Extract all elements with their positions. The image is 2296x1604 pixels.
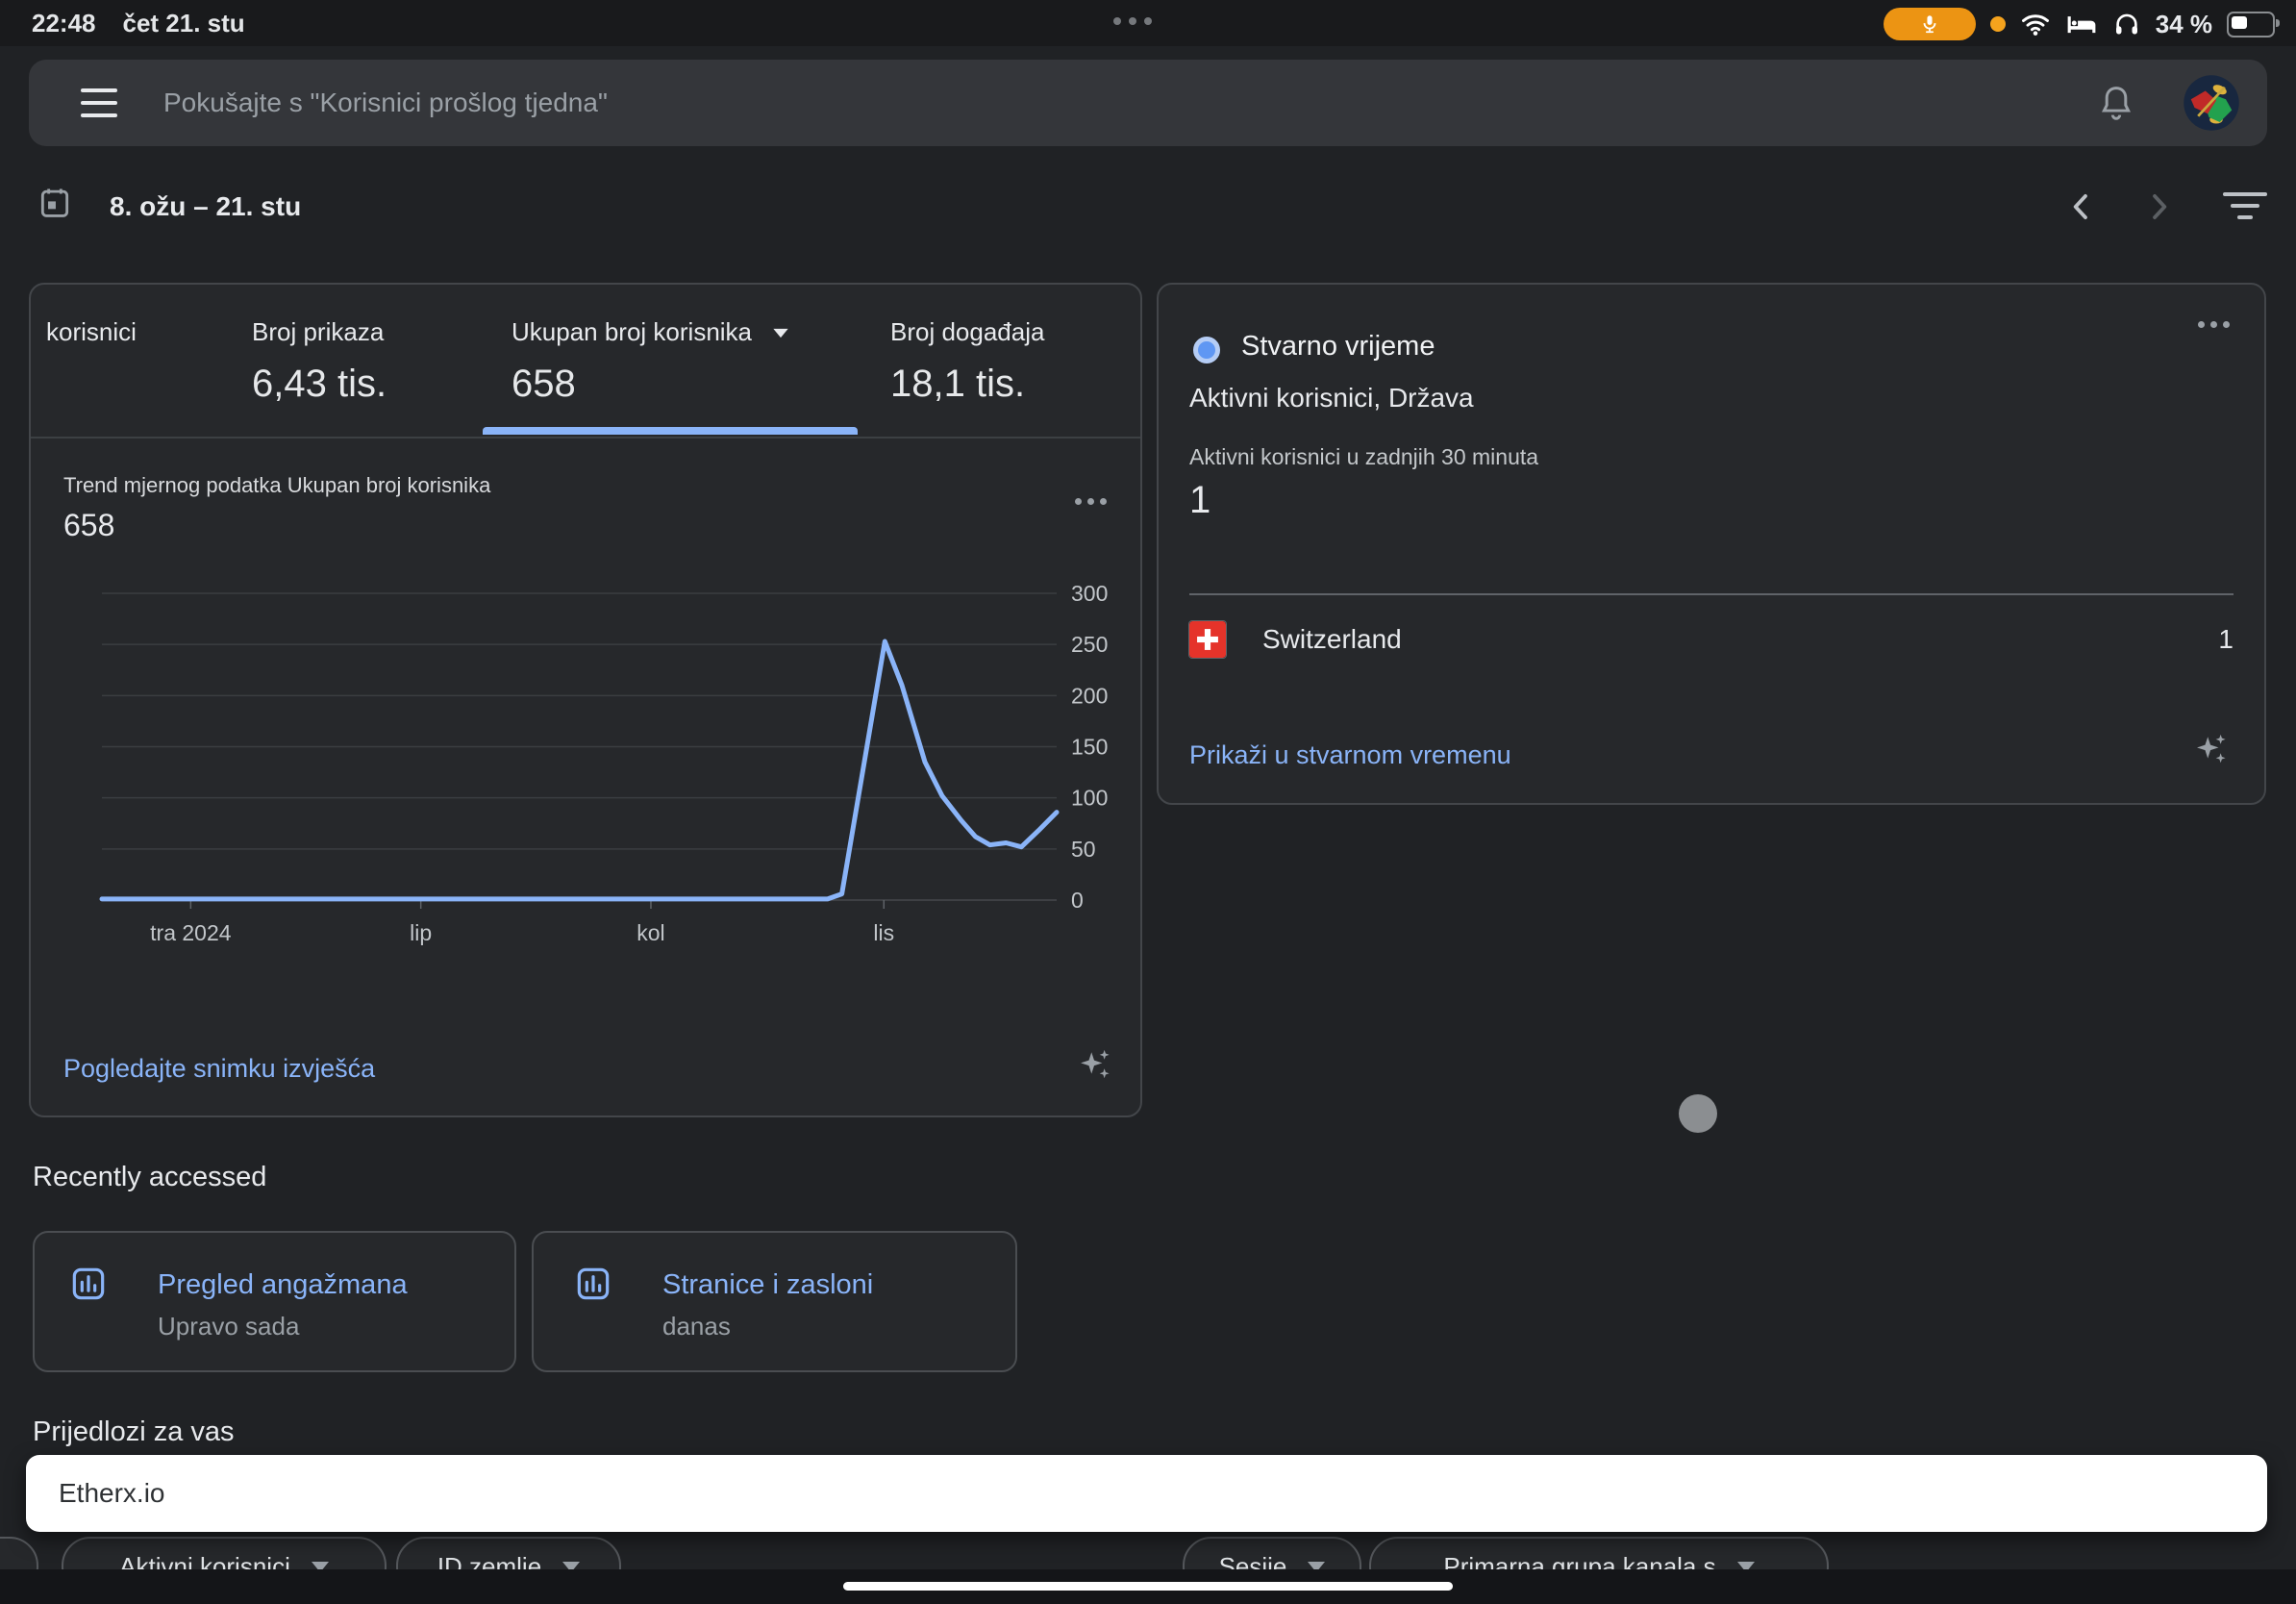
trend-chart-title: Trend mjernog podatka Ukupan broj korisn… <box>63 473 490 498</box>
multitasking-indicator-icon[interactable] <box>1113 17 1152 25</box>
svg-text:lip: lip <box>410 920 432 945</box>
status-bar: 22:48 čet 21. stu <box>0 0 2296 46</box>
report-bar-chart-icon <box>69 1265 108 1303</box>
filter-icon[interactable] <box>2223 192 2267 219</box>
recently-accessed-title: Recently accessed <box>33 1162 266 1193</box>
switzerland-flag-icon <box>1189 621 1226 658</box>
realtime-divider <box>1189 593 2234 595</box>
previous-period-chevron-icon[interactable] <box>2063 188 2100 225</box>
metric-dropdown-caret-icon <box>774 329 788 338</box>
realtime-metric-value: 1 <box>1189 479 1210 522</box>
assistive-touch-dot[interactable] <box>1679 1094 1717 1133</box>
autofill-suggestion[interactable]: Etherx.io <box>59 1478 165 1509</box>
realtime-status-dot-icon <box>1193 337 1220 363</box>
realtime-title: Stvarno vrijeme <box>1241 331 1435 363</box>
home-indicator[interactable] <box>843 1582 1453 1591</box>
svg-text:100: 100 <box>1071 786 1108 811</box>
search-bar[interactable]: Pokušajte s "Korisnici prošlog tjedna" <box>29 60 2267 146</box>
svg-text:50: 50 <box>1071 837 1096 862</box>
realtime-overflow-menu-icon[interactable] <box>2198 321 2230 328</box>
recent-item-stranice-i-zasloni[interactable]: Stranice i zasloni danas <box>532 1231 1017 1372</box>
country-value: 1 <box>2218 624 2234 655</box>
metrics-trend-card: korisnici Broj prikaza 6,43 tis. Ukupan … <box>29 283 1142 1117</box>
svg-text:lis: lis <box>873 920 894 945</box>
country-name: Switzerland <box>1262 624 2218 655</box>
view-report-snapshot-link[interactable]: Pogledajte snimku izvješća <box>63 1054 375 1084</box>
search-input[interactable]: Pokušajte s "Korisnici prošlog tjedna" <box>163 88 2096 118</box>
status-time: 22:48 <box>32 9 96 38</box>
menu-icon[interactable] <box>81 88 117 117</box>
tab-ukupan-broj-korisnika[interactable]: Ukupan broj korisnika 658 <box>512 285 789 437</box>
mic-icon <box>1919 13 1940 35</box>
realtime-metric-label: Aktivni korisnici u zadnjih 30 minuta <box>1189 444 1538 470</box>
mic-active-dot-icon <box>1990 16 2006 32</box>
svg-text:tra 2024: tra 2024 <box>150 920 232 945</box>
insights-sparkle-icon[interactable] <box>1073 1044 1115 1087</box>
tab-broj-dogadjaja[interactable]: Broj događaja 18,1 tis. <box>890 285 1044 437</box>
account-avatar[interactable] <box>2183 74 2240 132</box>
view-realtime-link[interactable]: Prikaži u stvarnom vremenu <box>1189 740 1511 770</box>
realtime-country-row[interactable]: Switzerland 1 <box>1189 621 2234 658</box>
status-date: čet 21. stu <box>123 9 245 38</box>
realtime-sparkle-icon[interactable] <box>2189 729 2232 771</box>
suggestions-title: Prijedlozi za vas <box>33 1416 235 1448</box>
trend-chart-value: 658 <box>63 508 114 543</box>
tabs-divider <box>31 437 1140 439</box>
tab-korisnici[interactable]: korisnici <box>46 285 137 437</box>
realtime-card: Stvarno vrijeme Aktivni korisnici, Držav… <box>1157 283 2266 805</box>
trend-line-chart: 0 50 100 150 200 250 300 tra 2024 lip kol lis <box>31 569 1140 964</box>
tab-broj-prikaza[interactable]: Broj prikaza 6,43 tis. <box>252 285 387 437</box>
svg-text:0: 0 <box>1071 888 1084 913</box>
recent-item-pregled-angazmana[interactable]: Pregled angažmana Upravo sada <box>33 1231 516 1372</box>
sleep-focus-bed-icon <box>2065 10 2098 38</box>
svg-text:150: 150 <box>1071 735 1108 760</box>
autofill-suggestion-bar[interactable]: Etherx.io <box>26 1455 2267 1532</box>
notifications-bell-icon[interactable] <box>2096 83 2136 123</box>
headphones-icon <box>2112 10 2141 38</box>
date-range-picker[interactable]: 8. ožu – 21. stu <box>110 191 301 222</box>
battery-icon <box>2227 12 2275 38</box>
report-bar-chart-icon <box>574 1265 612 1303</box>
svg-text:200: 200 <box>1071 683 1108 708</box>
svg-text:kol: kol <box>636 920 664 945</box>
battery-percent: 34 % <box>2156 10 2212 39</box>
selected-tab-underline <box>483 427 858 435</box>
wifi-icon <box>2020 9 2051 39</box>
svg-text:250: 250 <box>1071 632 1108 657</box>
calendar-icon <box>37 185 73 221</box>
analytics-dashboard: 22:48 čet 21. stu <box>0 0 2296 1604</box>
next-period-chevron-icon[interactable] <box>2140 188 2177 225</box>
card-overflow-menu-icon[interactable] <box>1075 498 1107 505</box>
microphone-in-use-icon[interactable] <box>1884 8 1976 40</box>
realtime-dimension: Aktivni korisnici, Država <box>1189 383 1474 414</box>
svg-text:300: 300 <box>1071 581 1108 606</box>
